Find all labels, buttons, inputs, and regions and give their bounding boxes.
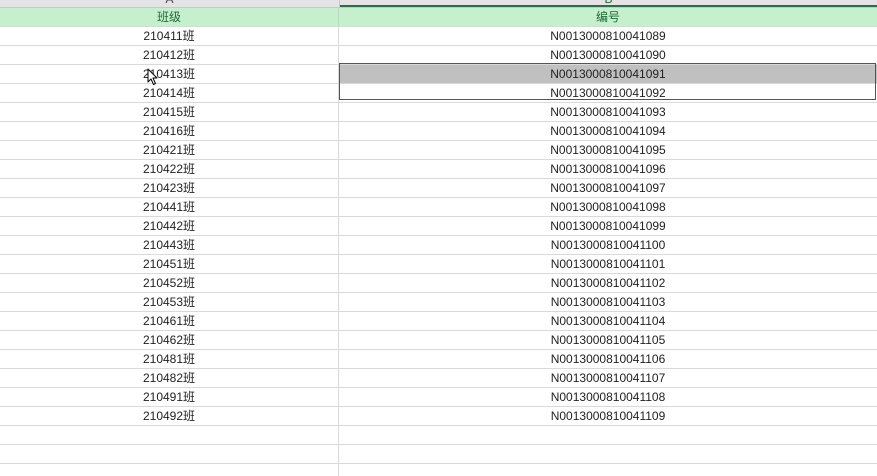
table-row: 210423班 N0013000810041097 (0, 179, 877, 198)
cell-number[interactable]: N0013000810041093 (339, 103, 877, 121)
cell-class[interactable]: 210442班 (0, 217, 339, 235)
table-row: 210422班 N0013000810041096 (0, 160, 877, 179)
cell-class[interactable]: 210491班 (0, 388, 339, 406)
cell-class[interactable]: 210482班 (0, 369, 339, 387)
table-row: 210414班 N0013000810041092 (0, 84, 877, 103)
cell-number[interactable] (339, 426, 877, 444)
cell-class[interactable]: 210422班 (0, 160, 339, 178)
cell-number[interactable]: N0013000810041104 (339, 312, 877, 330)
sheet-rows: 班级 编号 210411班 N0013000810041089 210412班 N00… (0, 8, 877, 476)
cell-class[interactable]: 210461班 (0, 312, 339, 330)
header-cell-number[interactable]: 编号 (339, 8, 877, 26)
cell-class[interactable]: 210453班 (0, 293, 339, 311)
cell-class[interactable]: 210414班 (0, 84, 339, 102)
table-row: 210492班 N0013000810041109 (0, 407, 877, 426)
cell-class[interactable] (0, 445, 339, 463)
cell-number[interactable]: N0013000810041094 (339, 122, 877, 140)
cell-class[interactable]: 210452班 (0, 274, 339, 292)
cell-class[interactable]: 210412班 (0, 46, 339, 64)
table-row (0, 445, 877, 464)
table-row: 210491班 N0013000810041108 (0, 388, 877, 407)
cell-number[interactable]: N0013000810041092 (339, 84, 877, 102)
table-row: 210416班 N0013000810041094 (0, 122, 877, 141)
cell-number[interactable]: N0013000810041098 (339, 198, 877, 216)
table-row (0, 464, 877, 476)
table-row: 210481班 N0013000810041106 (0, 350, 877, 369)
table-row: 210461班 N0013000810041104 (0, 312, 877, 331)
table-row: 210415班 N0013000810041093 (0, 103, 877, 122)
cell-class[interactable]: 210451班 (0, 255, 339, 273)
cell-number[interactable]: N0013000810041101 (339, 255, 877, 273)
cell-class[interactable]: 210443班 (0, 236, 339, 254)
cell-number[interactable]: N0013000810041096 (339, 160, 877, 178)
cell-class[interactable]: 210462班 (0, 331, 339, 349)
table-row: 210421班 N0013000810041095 (0, 141, 877, 160)
header-cell-class[interactable]: 班级 (0, 8, 339, 26)
table-row: 210462班 N0013000810041105 (0, 331, 877, 350)
cell-number[interactable]: N0013000810041095 (339, 141, 877, 159)
table-row: 210413班 N0013000810041091 (0, 65, 877, 84)
cell-number[interactable]: N0013000810041099 (339, 217, 877, 235)
spreadsheet-grid[interactable]: A B 班级 编号 210411班N0013000810041089210412… (0, 0, 877, 476)
table-row: 210453班 N0013000810041103 (0, 293, 877, 312)
cell-number[interactable] (339, 464, 877, 476)
cell-class[interactable] (0, 426, 339, 444)
table-row (0, 426, 877, 445)
header-row: 班级 编号 (0, 8, 877, 27)
cell-number[interactable]: N0013000810041097 (339, 179, 877, 197)
cell-number[interactable]: N0013000810041089 (339, 27, 877, 45)
cell-number[interactable] (339, 445, 877, 463)
column-header-a[interactable]: A (0, 0, 339, 6)
cell-number[interactable]: N0013000810041103 (339, 293, 877, 311)
cell-number[interactable]: N0013000810041091 (339, 65, 877, 83)
table-row: 210482班 N0013000810041107 (0, 369, 877, 388)
cell-number[interactable]: N0013000810041100 (339, 236, 877, 254)
cell-number[interactable]: N0013000810041105 (339, 331, 877, 349)
cell-class[interactable]: 210413班 (0, 65, 339, 83)
cell-class[interactable]: 210411班 (0, 27, 339, 45)
table-row: 210412班 N0013000810041090 (0, 46, 877, 65)
table-row: 210443班 N0013000810041100 (0, 236, 877, 255)
cell-number[interactable]: N0013000810041090 (339, 46, 877, 64)
table-row: 210442班 N0013000810041099 (0, 217, 877, 236)
cell-class[interactable] (0, 464, 339, 476)
cell-number[interactable]: N0013000810041102 (339, 274, 877, 292)
table-row: 210411班 N0013000810041089 (0, 27, 877, 46)
cell-class[interactable]: 210416班 (0, 122, 339, 140)
cell-number[interactable]: N0013000810041109 (339, 407, 877, 425)
table-row: 210451班 N0013000810041101 (0, 255, 877, 274)
table-row: 210441班 N0013000810041098 (0, 198, 877, 217)
cell-class[interactable]: 210423班 (0, 179, 339, 197)
cell-class[interactable]: 210492班 (0, 407, 339, 425)
column-header-bar[interactable]: A B (0, 0, 877, 8)
cell-number[interactable]: N0013000810041108 (339, 388, 877, 406)
cell-class[interactable]: 210481班 (0, 350, 339, 368)
cell-class[interactable]: 210441班 (0, 198, 339, 216)
active-column-indicator (340, 5, 877, 7)
table-row: 210452班 N0013000810041102 (0, 274, 877, 293)
cell-number[interactable]: N0013000810041107 (339, 369, 877, 387)
cell-class[interactable]: 210415班 (0, 103, 339, 121)
cell-number[interactable]: N0013000810041106 (339, 350, 877, 368)
cell-class[interactable]: 210421班 (0, 141, 339, 159)
